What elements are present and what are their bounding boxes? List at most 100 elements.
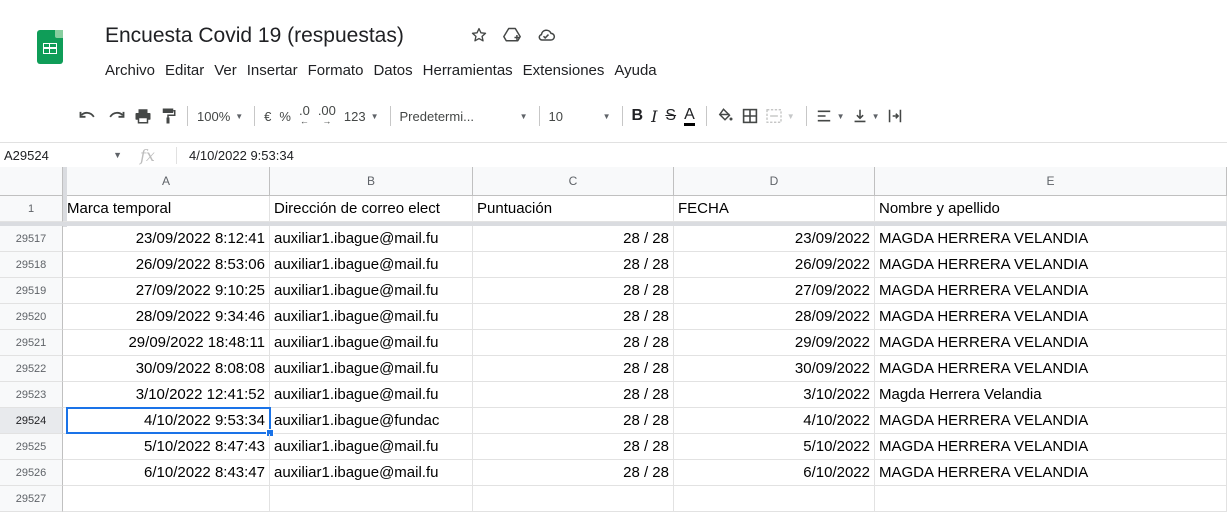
cell-fecha[interactable] (674, 486, 875, 512)
menu-ver[interactable]: Ver (214, 62, 237, 79)
redo-icon[interactable] (106, 102, 126, 130)
borders-icon[interactable] (742, 102, 758, 130)
decrease-decimals-button[interactable]: .0 ← (299, 102, 310, 130)
cell-fecha[interactable]: 3/10/2022 (674, 382, 875, 408)
cell-nombre[interactable]: MAGDA HERRERA VELANDIA (875, 226, 1227, 252)
row-header[interactable]: 29520 (0, 304, 63, 330)
cell-nombre[interactable]: MAGDA HERRERA VELANDIA (875, 252, 1227, 278)
header-cell-fecha[interactable]: FECHA (674, 196, 875, 222)
text-wrap-icon[interactable] (888, 102, 902, 130)
column-header-d[interactable]: D (674, 167, 875, 196)
row-header[interactable]: 29517 (0, 226, 63, 252)
strikethrough-button[interactable]: S (665, 102, 676, 130)
row-header[interactable]: 29519 (0, 278, 63, 304)
cell-fecha[interactable]: 5/10/2022 (674, 434, 875, 460)
cell-correo[interactable]: auxiliar1.ibague@mail.fu (270, 226, 473, 252)
cell-correo[interactable]: auxiliar1.ibague@mail.fu (270, 330, 473, 356)
cell-marca-temporal[interactable]: 23/09/2022 8:12:41 (63, 226, 270, 252)
cell-marca-temporal[interactable]: 27/09/2022 9:10:25 (63, 278, 270, 304)
menu-archivo[interactable]: Archivo (105, 62, 155, 79)
menu-extensiones[interactable]: Extensiones (523, 62, 605, 79)
row-header[interactable]: 29525 (0, 434, 63, 460)
cell-correo[interactable]: auxiliar1.ibague@mail.fu (270, 252, 473, 278)
cell-fecha[interactable]: 30/09/2022 (674, 356, 875, 382)
cell-fecha[interactable]: 29/09/2022 (674, 330, 875, 356)
cell-marca-temporal[interactable] (63, 486, 270, 512)
cell-puntuacion[interactable]: 28 / 28 (473, 304, 674, 330)
document-title[interactable]: Encuesta Covid 19 (respuestas) (105, 24, 404, 48)
zoom-select[interactable]: 100% ▼ (197, 102, 243, 130)
cell-marca-temporal[interactable]: 4/10/2022 9:53:34 (63, 408, 270, 434)
cloud-status-icon[interactable] (536, 26, 556, 44)
cell-correo[interactable] (270, 486, 473, 512)
sheets-logo-icon[interactable] (37, 30, 63, 64)
undo-icon[interactable] (78, 102, 98, 130)
print-icon[interactable] (134, 102, 152, 130)
star-icon[interactable] (470, 26, 488, 44)
cell-puntuacion[interactable]: 28 / 28 (473, 278, 674, 304)
header-cell-nombre[interactable]: Nombre y apellido (875, 196, 1227, 222)
cell-nombre[interactable]: MAGDA HERRERA VELANDIA (875, 356, 1227, 382)
cell-nombre[interactable]: Magda Herrera Velandia (875, 382, 1227, 408)
cell-fecha[interactable]: 4/10/2022 (674, 408, 875, 434)
menu-insertar[interactable]: Insertar (247, 62, 298, 79)
cell-fecha[interactable]: 6/10/2022 (674, 460, 875, 486)
italic-button[interactable]: I (651, 102, 657, 130)
cell-nombre[interactable]: MAGDA HERRERA VELANDIA (875, 330, 1227, 356)
row-header[interactable]: 29526 (0, 460, 63, 486)
cell-correo[interactable]: auxiliar1.ibague@mail.fu (270, 356, 473, 382)
increase-decimals-button[interactable]: .00 → (318, 102, 336, 130)
cell-puntuacion[interactable]: 28 / 28 (473, 382, 674, 408)
bold-button[interactable]: B (632, 102, 644, 130)
header-cell-correo[interactable]: Dirección de correo elect (270, 196, 473, 222)
cell-fecha[interactable]: 27/09/2022 (674, 278, 875, 304)
cell-correo[interactable]: auxiliar1.ibague@mail.fu (270, 382, 473, 408)
row-header[interactable]: 29524 (0, 408, 63, 434)
menu-datos[interactable]: Datos (373, 62, 412, 79)
currency-format-button[interactable]: € (264, 102, 271, 130)
row-header[interactable]: 29523 (0, 382, 63, 408)
row-header[interactable]: 29527 (0, 486, 63, 512)
cell-nombre[interactable]: MAGDA HERRERA VELANDIA (875, 304, 1227, 330)
cell-marca-temporal[interactable]: 29/09/2022 18:48:11 (63, 330, 270, 356)
row-header[interactable]: 29518 (0, 252, 63, 278)
cell-marca-temporal[interactable]: 3/10/2022 12:41:52 (63, 382, 270, 408)
cell-fecha[interactable]: 28/09/2022 (674, 304, 875, 330)
cell-correo[interactable]: auxiliar1.ibague@mail.fu (270, 434, 473, 460)
menu-editar[interactable]: Editar (165, 62, 204, 79)
cell-puntuacion[interactable]: 28 / 28 (473, 434, 674, 460)
cell-nombre[interactable]: MAGDA HERRERA VELANDIA (875, 434, 1227, 460)
cell-puntuacion[interactable] (473, 486, 674, 512)
column-header-e[interactable]: E (875, 167, 1227, 196)
cell-puntuacion[interactable]: 28 / 28 (473, 408, 674, 434)
header-cell-marca-temporal[interactable]: Marca temporal (63, 196, 270, 222)
paint-format-icon[interactable] (160, 102, 176, 130)
cell-nombre[interactable] (875, 486, 1227, 512)
cell-marca-temporal[interactable]: 26/09/2022 8:53:06 (63, 252, 270, 278)
vertical-align-icon[interactable]: ▼ (853, 102, 880, 130)
column-header-b[interactable]: B (270, 167, 473, 196)
font-family-select[interactable]: Predetermi... ▼ (400, 102, 528, 130)
formula-input[interactable]: 4/10/2022 9:53:34 (189, 148, 294, 163)
row-header[interactable]: 29521 (0, 330, 63, 356)
merge-cells-icon[interactable]: ▼ (766, 102, 795, 130)
cell-marca-temporal[interactable]: 28/09/2022 9:34:46 (63, 304, 270, 330)
cell-puntuacion[interactable]: 28 / 28 (473, 460, 674, 486)
cell-puntuacion[interactable]: 28 / 28 (473, 330, 674, 356)
menu-herramientas[interactable]: Herramientas (423, 62, 513, 79)
row-header[interactable]: 29522 (0, 356, 63, 382)
cell-correo[interactable]: auxiliar1.ibague@mail.fu (270, 460, 473, 486)
text-color-button[interactable]: A (684, 102, 695, 130)
column-header-c[interactable]: C (473, 167, 674, 196)
cell-puntuacion[interactable]: 28 / 28 (473, 356, 674, 382)
cell-puntuacion[interactable]: 28 / 28 (473, 252, 674, 278)
cell-fecha[interactable]: 26/09/2022 (674, 252, 875, 278)
row-header[interactable]: 1 (0, 196, 63, 222)
percent-format-button[interactable]: % (279, 102, 291, 130)
cell-fecha[interactable]: 23/09/2022 (674, 226, 875, 252)
cell-puntuacion[interactable]: 28 / 28 (473, 226, 674, 252)
name-box[interactable]: A29524 ▼ (0, 143, 140, 167)
cell-marca-temporal[interactable]: 6/10/2022 8:43:47 (63, 460, 270, 486)
select-all-corner[interactable] (0, 167, 63, 196)
menu-formato[interactable]: Formato (308, 62, 364, 79)
